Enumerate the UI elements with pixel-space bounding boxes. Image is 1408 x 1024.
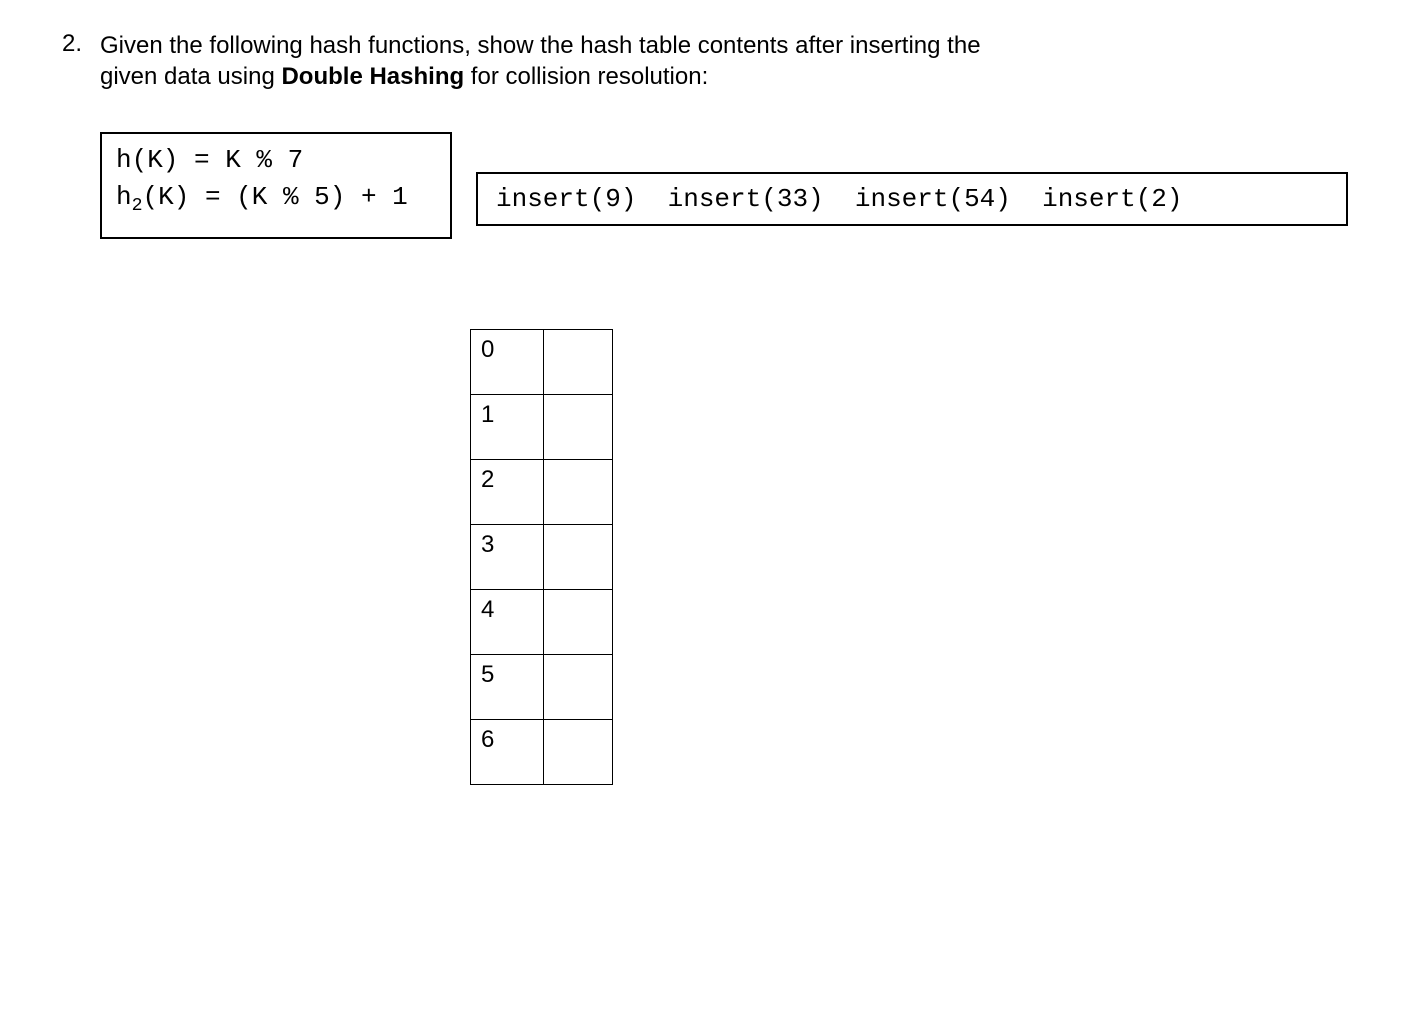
table-row: 0 <box>471 330 613 395</box>
table-row: 4 <box>471 590 613 655</box>
hash-func-line-1: h(K) = K % 7 <box>116 145 303 175</box>
hash-table-wrap: 0 1 2 3 4 <box>470 329 1348 785</box>
question-line-2-suffix: for collision resolution: <box>464 63 708 90</box>
value-cell <box>544 395 613 460</box>
value-cell <box>544 655 613 720</box>
index-cell: 1 <box>471 395 544 460</box>
table-row: 5 <box>471 655 613 720</box>
value-cell <box>544 525 613 590</box>
table-row: 1 <box>471 395 613 460</box>
value-cell <box>544 460 613 525</box>
insert-sequence-box: insert(9) insert(33) insert(54) insert(2… <box>476 172 1348 226</box>
question-line-2-bold: Double Hashing <box>281 63 464 90</box>
question-line-1: Given the following hash functions, show… <box>100 32 981 59</box>
page: 2. Given the following hash functions, s… <box>0 0 1408 815</box>
table-row: 2 <box>471 460 613 525</box>
hash-functions-box: h(K) = K % 7 h2(K) = (K % 5) + 1 <box>100 132 452 239</box>
index-cell: 2 <box>471 460 544 525</box>
table-row: 3 <box>471 525 613 590</box>
question-text: Given the following hash functions, show… <box>100 30 981 92</box>
question-number: 2. <box>50 30 82 58</box>
hash-func-line-2-prefix: h <box>116 182 132 212</box>
table-row: 6 <box>471 720 613 785</box>
content-area: h(K) = K % 7 h2(K) = (K % 5) + 1 insert(… <box>100 132 1348 239</box>
index-cell: 4 <box>471 590 544 655</box>
question-line-2-prefix: given data using <box>100 63 281 90</box>
insert-sequence: insert(9) insert(33) insert(54) insert(2… <box>496 184 1183 214</box>
hash-func-line-2-rest: (K) = (K % 5) + 1 <box>143 182 408 212</box>
hash-table: 0 1 2 3 4 <box>470 329 613 785</box>
value-cell <box>544 330 613 395</box>
hash-func-subscript: 2 <box>132 196 143 216</box>
boxes-row: h(K) = K % 7 h2(K) = (K % 5) + 1 insert(… <box>100 132 1348 239</box>
value-cell <box>544 720 613 785</box>
value-cell <box>544 590 613 655</box>
index-cell: 3 <box>471 525 544 590</box>
question-block: 2. Given the following hash functions, s… <box>50 30 1348 92</box>
index-cell: 0 <box>471 330 544 395</box>
index-cell: 6 <box>471 720 544 785</box>
index-cell: 5 <box>471 655 544 720</box>
